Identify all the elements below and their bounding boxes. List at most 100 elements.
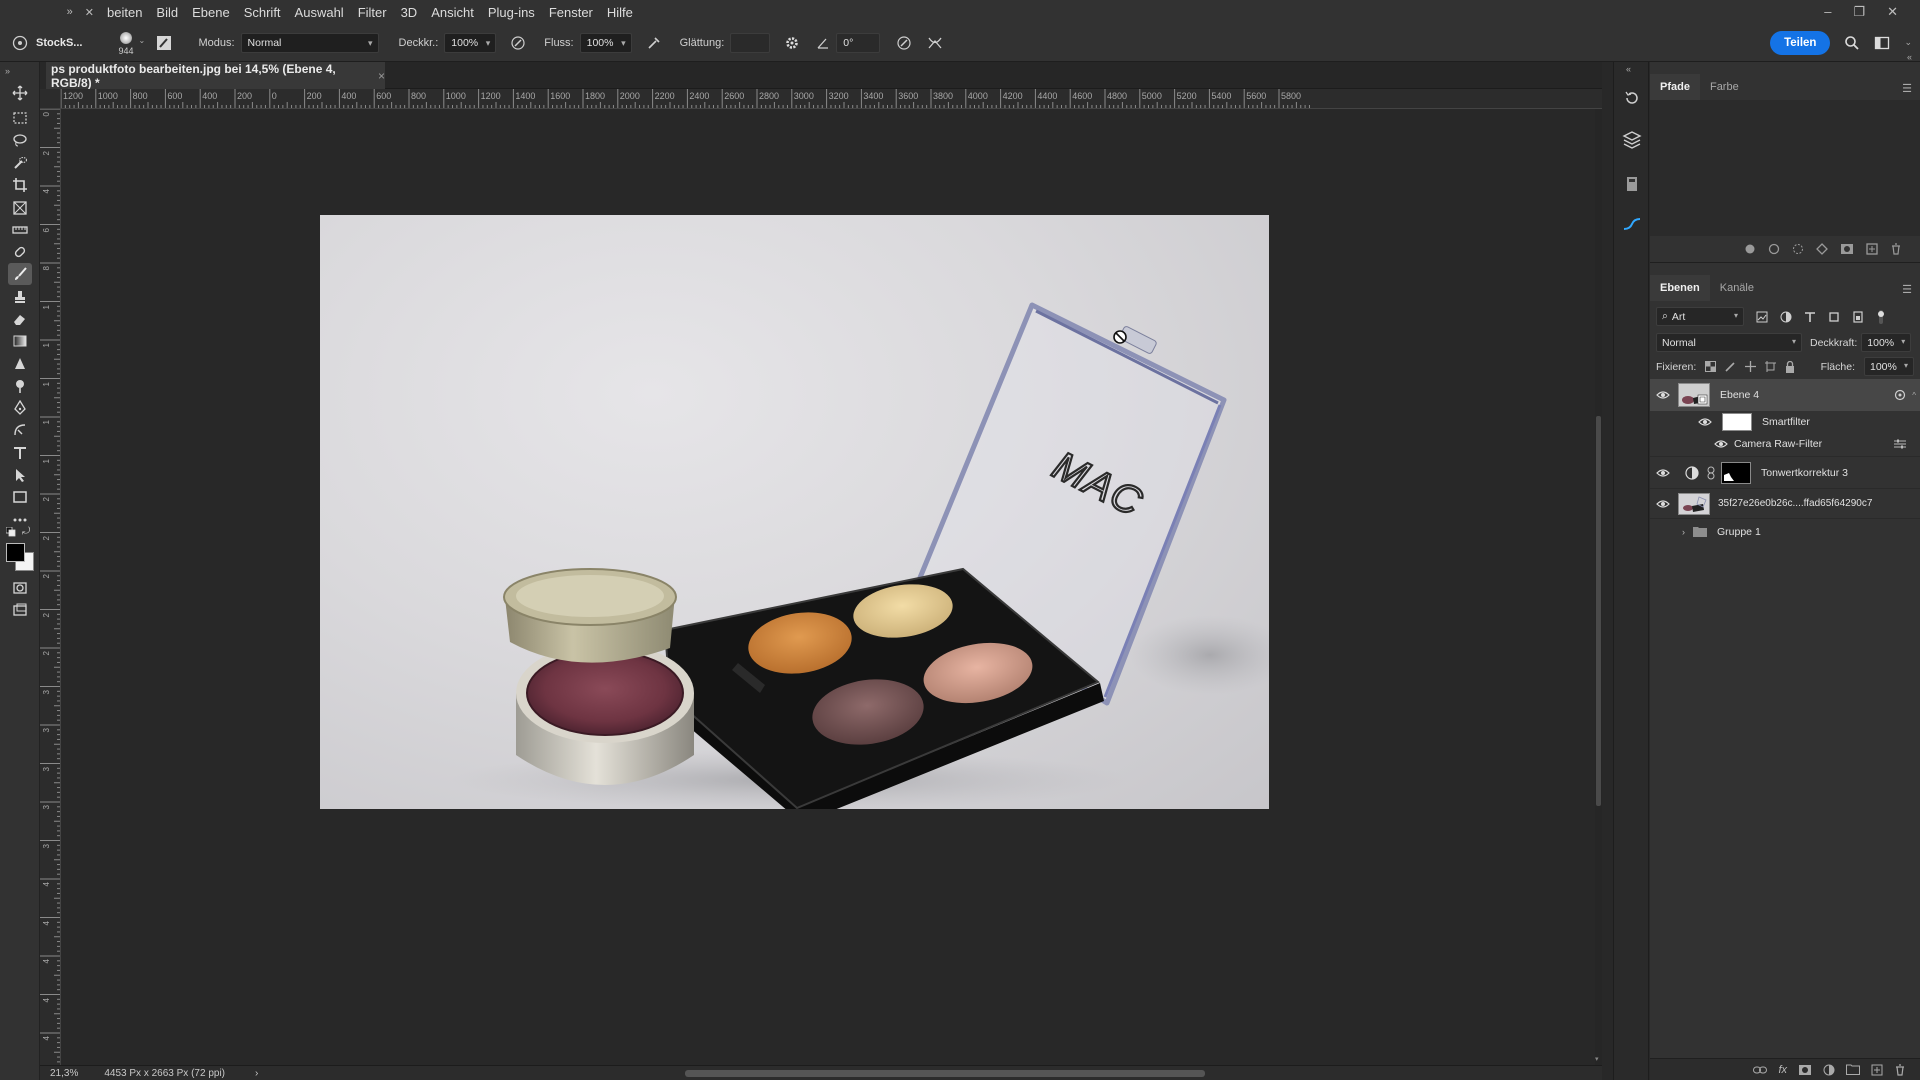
swap-colors-icon[interactable]: ⤾ (22, 526, 30, 537)
symmetry-icon[interactable] (926, 35, 944, 51)
horizontal-scrollbar[interactable] (685, 1069, 1575, 1077)
gear-icon[interactable] (784, 35, 800, 51)
layer-row-ebene-4[interactable]: Ebene 4 ^ (1650, 379, 1920, 411)
menu-type[interactable]: Schrift (237, 5, 288, 20)
layer-filter-select[interactable]: ⌕ Art ▾ (1656, 307, 1744, 326)
smart-object-filter-icon[interactable] (1894, 389, 1906, 401)
menu-edit[interactable]: beiten (100, 5, 149, 20)
type-tool-icon[interactable] (8, 442, 32, 464)
canvas-area[interactable]: MAC (61, 109, 1602, 1065)
stamp-tool-icon[interactable] (8, 286, 32, 308)
restore-icon[interactable]: ❐ (1853, 4, 1865, 20)
share-button[interactable]: Teilen (1770, 30, 1831, 55)
path-select-tool-icon[interactable] (8, 464, 32, 486)
delete-path-icon[interactable] (1890, 243, 1902, 255)
panel-menu-icon[interactable]: ☰ (1902, 283, 1912, 296)
delete-layer-icon[interactable] (1894, 1063, 1906, 1076)
pen-tool-icon[interactable] (8, 397, 32, 419)
layer-row-gruppe-1[interactable]: › Gruppe 1 (1650, 518, 1920, 544)
eraser-tool-icon[interactable] (8, 308, 32, 330)
layer-row-camera-raw-filter[interactable]: Camera Raw-Filter (1650, 433, 1920, 455)
menu-3d[interactable]: 3D (394, 5, 425, 20)
brush-settings-icon[interactable] (156, 35, 172, 51)
foreground-color-swatch[interactable] (6, 543, 25, 562)
fx-icon[interactable]: fx (1778, 1064, 1787, 1076)
workspace-label[interactable]: StockS... (36, 37, 82, 49)
airbrush-icon[interactable] (646, 35, 662, 51)
filter-pixel-icon[interactable] (1756, 311, 1768, 323)
gradient-tool-icon[interactable] (8, 330, 32, 352)
lock-position-icon[interactable] (1745, 361, 1757, 372)
lock-pixels-icon[interactable] (1725, 361, 1736, 372)
workspace-icon[interactable] (1874, 35, 1890, 51)
panel-menu-icon[interactable]: ☰ (1902, 82, 1912, 95)
new-path-icon[interactable] (1866, 243, 1878, 255)
visibility-toggle-empty[interactable] (1656, 527, 1670, 537)
menu-layer[interactable]: Ebene (185, 5, 237, 20)
visibility-eye-icon[interactable] (1656, 468, 1670, 478)
zoom-level[interactable]: 21,3% (50, 1068, 78, 1079)
pressure-opacity-icon[interactable] (510, 35, 526, 51)
menu-window[interactable]: Fenster (542, 5, 600, 20)
visibility-eye-icon[interactable] (1698, 417, 1712, 427)
layer-opacity-field[interactable]: 100% ▾ (1861, 333, 1912, 352)
selection-to-path-icon[interactable] (1816, 243, 1828, 255)
angle-field[interactable]: 0° (836, 32, 881, 53)
add-mask-icon[interactable] (1798, 1064, 1812, 1076)
visibility-eye-icon[interactable] (1656, 390, 1670, 400)
scroll-down-icon[interactable]: ▾ (1595, 1055, 1599, 1063)
status-menu-arrow[interactable]: › (255, 1068, 258, 1079)
libraries-icon[interactable] (1620, 172, 1644, 196)
quick-mask-icon[interactable] (8, 577, 32, 599)
tab-color[interactable]: Farbe (1700, 74, 1749, 100)
curves-adjust-icon[interactable] (1620, 212, 1644, 236)
stroke-path-icon[interactable] (1768, 243, 1780, 255)
tab-layers[interactable]: Ebenen (1650, 275, 1710, 301)
new-layer-icon[interactable] (1871, 1064, 1883, 1076)
filter-adjustment-icon[interactable] (1780, 311, 1792, 323)
filter-options-icon[interactable] (1894, 439, 1906, 449)
menu-view[interactable]: Ansicht (424, 5, 481, 20)
collapse-panels-icon[interactable]: « (1907, 52, 1912, 62)
link-icon[interactable] (1707, 466, 1715, 480)
tab-channels[interactable]: Kanäle (1710, 275, 1764, 301)
menu-filter[interactable]: Filter (351, 5, 394, 20)
filter-toggle-icon[interactable] (1876, 309, 1886, 324)
crop-tool-icon[interactable] (8, 174, 32, 196)
tab-paths[interactable]: Pfade (1650, 74, 1700, 100)
filter-mask-thumbnail[interactable] (1722, 413, 1752, 431)
brush-tool-icon[interactable] (8, 263, 32, 285)
new-adjustment-icon[interactable] (1823, 1064, 1835, 1076)
move-tool-icon[interactable] (8, 82, 32, 104)
layer-row-tonwertkorrektur-3[interactable]: Tonwertkorrektur 3 (1650, 456, 1920, 488)
document-tab[interactable]: ps produktfoto bearbeiten.jpg bei 14,5% … (46, 62, 385, 90)
new-group-icon[interactable] (1846, 1064, 1860, 1075)
pressure-size-icon[interactable] (896, 35, 912, 51)
menu-help[interactable]: Hilfe (600, 5, 640, 20)
blend-mode-select[interactable]: Normal ▾ (1656, 333, 1802, 352)
ruler-tool-icon[interactable] (8, 219, 32, 241)
curvature-pen-tool-icon[interactable] (8, 419, 32, 441)
chevron-up-icon[interactable]: ^ (1912, 391, 1916, 400)
healing-brush-tool-icon[interactable] (8, 241, 32, 263)
visibility-eye-icon[interactable] (1656, 499, 1670, 509)
chevron-down-icon[interactable]: ⌄ (1904, 37, 1912, 48)
layer-mask-thumbnail[interactable] (1721, 461, 1751, 484)
layer-fill-field[interactable]: 100% ▾ (1864, 357, 1914, 376)
search-icon[interactable] (1844, 35, 1860, 51)
visibility-eye-icon[interactable] (1714, 439, 1728, 449)
layer-row-smartfilter[interactable]: Smartfilter (1650, 411, 1920, 433)
default-colors-icon[interactable] (6, 527, 16, 537)
vertical-scroll-thumb[interactable] (1596, 416, 1601, 806)
link-layers-icon[interactable] (1753, 1065, 1768, 1075)
mode-select[interactable]: Normal ▾ (240, 32, 379, 53)
document-image[interactable]: MAC (320, 215, 1269, 809)
layer-row-background-image[interactable]: 35f27e26e0b26c....ffad65f64290c7 (1650, 488, 1920, 518)
lock-artboard-icon[interactable] (1765, 361, 1777, 372)
history-icon[interactable] (1620, 86, 1644, 110)
add-mask-icon[interactable] (1840, 243, 1854, 255)
quick-select-tool-icon[interactable] (8, 152, 32, 174)
menu-select[interactable]: Auswahl (288, 5, 351, 20)
expand-panels-icon[interactable]: » (67, 6, 73, 18)
fill-path-icon[interactable] (1744, 243, 1756, 255)
